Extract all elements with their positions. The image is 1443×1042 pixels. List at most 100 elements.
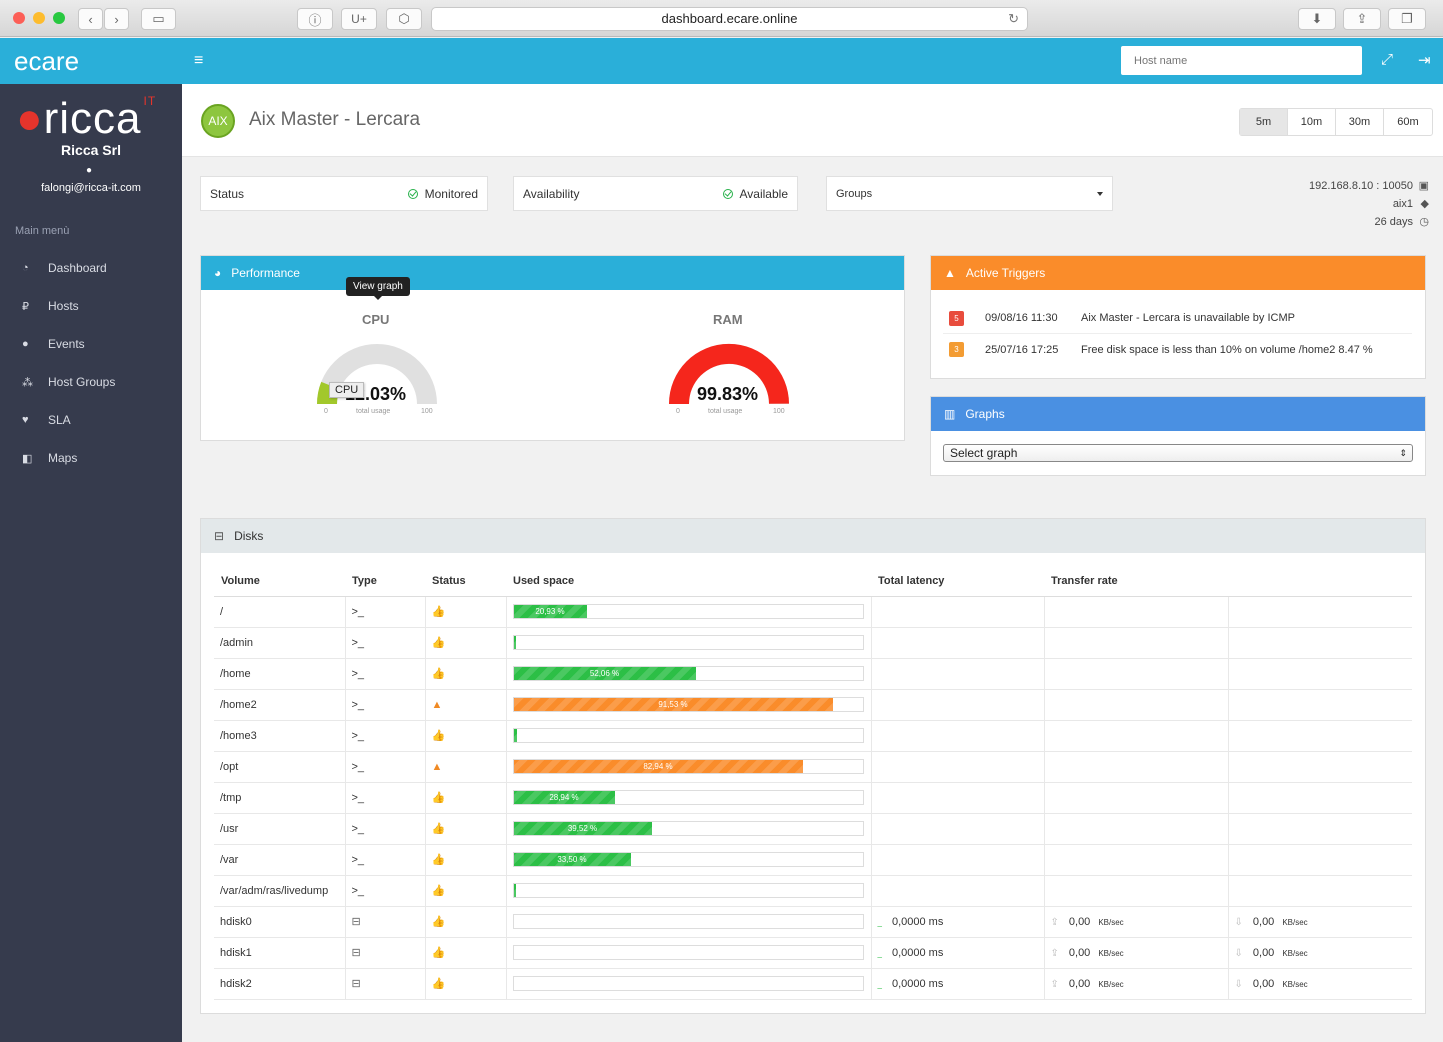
- read-rate: 0,00: [1068, 915, 1091, 928]
- ram-gauge-max: 100: [773, 408, 785, 415]
- status-cell: 👍: [425, 968, 507, 1000]
- latency-cell: [871, 751, 1045, 783]
- type-cell: >_: [345, 720, 426, 752]
- trigger-date: 25/07/16 17:25: [985, 343, 1059, 356]
- table-row[interactable]: /opt >_ ▲ 82,94 %: [214, 751, 1412, 783]
- table-row[interactable]: /admin >_ 👍: [214, 627, 1412, 659]
- sidebar-item-events[interactable]: ● Events: [0, 331, 182, 357]
- used-space-fill: 28,94 %: [513, 791, 615, 804]
- table-row[interactable]: / >_ 👍 20,93 %: [214, 596, 1412, 628]
- read-rate-cell: [1044, 658, 1229, 690]
- cpu-gauge-title[interactable]: CPU: [362, 312, 389, 327]
- type-cell: ⊟: [345, 937, 426, 969]
- latency-cell: [871, 844, 1045, 876]
- table-row[interactable]: /var >_ 👍 33,50 %: [214, 844, 1412, 876]
- table-row[interactable]: /home >_ 👍 52,06 %: [214, 658, 1412, 690]
- downloads-icon[interactable]: ⬇: [1298, 8, 1336, 30]
- events-icon: ●: [22, 338, 29, 350]
- read-rate-cell: [1044, 875, 1229, 907]
- table-row[interactable]: /var/adm/ras/livedump >_ 👍: [214, 875, 1412, 907]
- address-bar[interactable]: dashboard.ecare.online ↻: [431, 7, 1028, 31]
- maps-icon: ◧: [22, 452, 33, 465]
- sidebar-item-maps[interactable]: ◧ Maps: [0, 445, 182, 471]
- close-window-button[interactable]: [13, 12, 25, 24]
- table-row[interactable]: /tmp >_ 👍 28,94 %: [214, 782, 1412, 814]
- used-space-fill: 20,93 %: [513, 605, 587, 618]
- table-row[interactable]: hdisk1 ⊟ 👍 _ 0,0000 ms ⇪ 0,00 KB/sec ⇩ 0,00 KB/sec: [214, 937, 1412, 969]
- maximize-window-button[interactable]: [53, 12, 65, 24]
- used-space-cell: 20,93 %: [506, 596, 872, 628]
- groups-dropdown[interactable]: Groups: [826, 176, 1113, 211]
- range-5m-button[interactable]: 5m: [1240, 109, 1288, 135]
- password-icon[interactable]: ⓘ: [297, 8, 333, 30]
- cpu-gauge-caption: total usage: [356, 408, 391, 415]
- warning-icon: ▲: [944, 266, 956, 280]
- latency-cell: _ 0,0000 ms: [871, 968, 1045, 1000]
- host-search-input[interactable]: [1121, 46, 1362, 75]
- table-row[interactable]: hdisk0 ⊟ 👍 _ 0,0000 ms ⇪ 0,00 KB/sec ⇩ 0,00 KB/sec: [214, 906, 1412, 938]
- column-header[interactable]: Used space: [506, 567, 871, 597]
- volume-cell: /: [214, 596, 346, 628]
- fullscreen-icon[interactable]: ⤢: [1381, 51, 1393, 68]
- back-button[interactable]: ‹: [78, 8, 103, 30]
- column-header[interactable]: Transfer rate: [1044, 567, 1228, 597]
- thumbs-up-icon: 👍: [431, 854, 446, 866]
- used-space-bar: 20,93 %: [512, 604, 864, 619]
- table-row[interactable]: /usr >_ 👍 39,52 %: [214, 813, 1412, 845]
- thumbs-up-icon: 👍: [431, 823, 446, 835]
- column-header[interactable]: Volume: [214, 567, 345, 597]
- ram-gauge-title[interactable]: RAM: [713, 312, 743, 327]
- share-icon[interactable]: ⇪: [1343, 8, 1381, 30]
- used-space-fill: 52,06 %: [513, 667, 696, 680]
- range-60m-button[interactable]: 60m: [1384, 109, 1432, 135]
- ram-gauge-caption: total usage: [708, 408, 743, 415]
- column-header[interactable]: Type: [345, 567, 425, 597]
- status-cell: 👍: [425, 875, 507, 907]
- ecare-logo[interactable]: ecare: [14, 46, 79, 77]
- range-30m-button[interactable]: 30m: [1336, 109, 1384, 135]
- write-rate-cell: [1228, 782, 1412, 814]
- used-space-fill: [513, 729, 517, 742]
- read-rate: 0,00: [1068, 977, 1091, 990]
- thumbs-up-icon: 👍: [431, 637, 446, 649]
- latency-value: 0,0000 ms: [891, 977, 944, 990]
- extension-a-icon[interactable]: ⬡: [386, 8, 422, 30]
- logout-icon[interactable]: ⇥: [1418, 51, 1431, 69]
- dashboard-icon: ◔: [22, 262, 29, 274]
- latency-indicator: _: [877, 917, 882, 927]
- sidebar-item-dashboard[interactable]: ◔ Dashboard: [0, 255, 182, 281]
- column-header[interactable]: Status: [425, 567, 506, 597]
- menu-toggle-icon[interactable]: ≡: [194, 52, 203, 70]
- forward-button[interactable]: ›: [104, 8, 129, 30]
- table-row[interactable]: hdisk2 ⊟ 👍 _ 0,0000 ms ⇪ 0,00 KB/sec ⇩ 0,00 KB/sec: [214, 968, 1412, 1000]
- sidebar-item-label: Host Groups: [48, 375, 116, 389]
- sidebar-toggle-icon[interactable]: ▭: [141, 8, 176, 30]
- table-row[interactable]: /home2 >_ ▲ 91,53 %: [214, 689, 1412, 721]
- minimize-window-button[interactable]: [33, 12, 45, 24]
- table-row[interactable]: /home3 >_ 👍: [214, 720, 1412, 752]
- trigger-row[interactable]: 3 25/07/16 17:25 Free disk space is less…: [943, 334, 1412, 365]
- column-header[interactable]: Total latency: [871, 567, 1044, 597]
- reload-icon[interactable]: ↻: [1008, 8, 1019, 30]
- volume-cell: hdisk2: [214, 968, 346, 1000]
- ricca-logo-suffix: IT: [143, 94, 157, 108]
- latency-cell: [871, 720, 1045, 752]
- used-space-cell: [506, 937, 872, 969]
- status-cell: ▲: [425, 751, 507, 783]
- tabs-icon[interactable]: ❐: [1388, 8, 1426, 30]
- thumbs-up-icon: 👍: [431, 947, 446, 959]
- sidebar-item-sla[interactable]: ♥ SLA: [0, 407, 182, 433]
- sidebar-item-label: Events: [48, 337, 85, 351]
- sidebar-item-host-groups[interactable]: ⁂ Host Groups: [0, 369, 182, 395]
- rate-unit: KB/sec: [1098, 979, 1124, 989]
- status-label: Status: [210, 186, 245, 201]
- trigger-row[interactable]: 5 09/08/16 11:30 Aix Master - Lercara is…: [943, 303, 1412, 334]
- sidebar-item-hosts[interactable]: ₽ Hosts: [0, 293, 182, 319]
- volume-cell: hdisk0: [214, 906, 346, 938]
- write-rate-cell: ⇩ 0,00 KB/sec: [1228, 937, 1412, 969]
- extension-u-icon[interactable]: U+: [341, 8, 377, 30]
- range-10m-button[interactable]: 10m: [1288, 109, 1336, 135]
- used-space-cell: [506, 720, 872, 752]
- select-graph-dropdown[interactable]: Select graph ⇕: [943, 444, 1413, 462]
- used-space-fill: [513, 884, 516, 897]
